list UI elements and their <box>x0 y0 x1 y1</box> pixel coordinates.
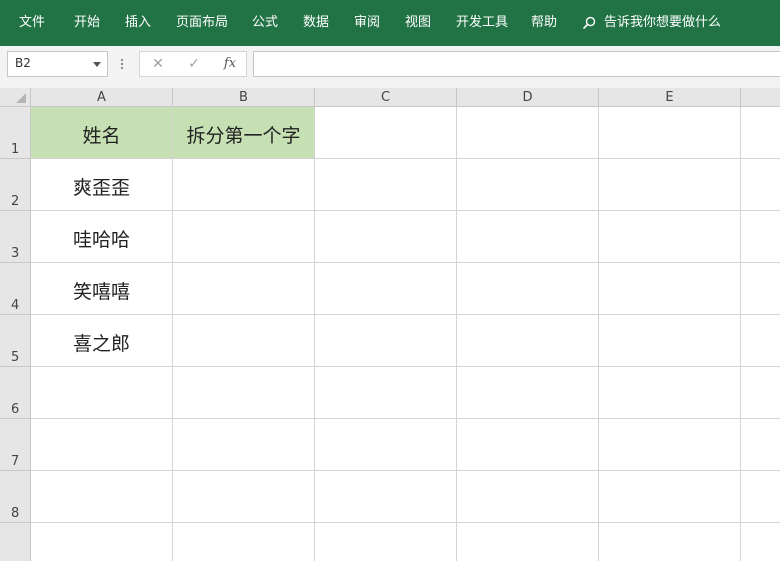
cell-a2[interactable]: 爽歪歪 <box>31 173 172 200</box>
column-header-d[interactable]: D <box>457 88 599 107</box>
search-text: 告诉我你想要做什么 <box>604 15 722 30</box>
ribbon: 文件 开始 插入 页面布局 公式 数据 审阅 视图 开发工具 帮助 告诉我你想要… <box>0 0 780 46</box>
row-header-7[interactable]: 7 <box>0 419 31 471</box>
select-all-button[interactable] <box>0 88 31 107</box>
chevron-down-icon[interactable] <box>93 62 101 67</box>
name-box[interactable]: B2 <box>7 51 108 77</box>
name-box-value: B2 <box>15 56 31 70</box>
formula-buttons: ✕ ✓ fx <box>139 51 247 77</box>
row-header-3[interactable]: 3 <box>0 211 31 263</box>
column-header-f[interactable] <box>741 88 780 107</box>
tab-view[interactable]: 视图 <box>405 15 431 31</box>
row-header-9[interactable] <box>0 523 31 561</box>
tab-file[interactable]: 文件 <box>19 15 45 31</box>
tab-formulas[interactable]: 公式 <box>252 15 278 31</box>
row-header-6[interactable]: 6 <box>0 367 31 419</box>
row-header-8[interactable]: 8 <box>0 471 31 523</box>
cell-a4[interactable]: 笑嘻嘻 <box>31 277 172 304</box>
tab-developer[interactable]: 开发工具 <box>456 15 508 31</box>
column-header-a[interactable]: A <box>31 88 173 107</box>
column-header-b[interactable]: B <box>173 88 315 107</box>
tab-page-layout[interactable]: 页面布局 <box>176 15 228 31</box>
cell-a5[interactable]: 喜之郎 <box>31 329 172 356</box>
tab-home[interactable]: 开始 <box>74 15 100 31</box>
tab-review[interactable]: 审阅 <box>354 15 380 31</box>
row-header-4[interactable]: 4 <box>0 263 31 315</box>
column-header-e[interactable]: E <box>599 88 741 107</box>
cancel-icon[interactable]: ✕ <box>148 55 168 73</box>
search-icon <box>582 16 596 30</box>
worksheet-grid: A B C D E 1 2 3 4 5 6 7 8 姓名 拆分第一个字 爽歪歪 … <box>0 88 780 561</box>
formula-input[interactable] <box>253 51 780 77</box>
tab-insert[interactable]: 插入 <box>125 15 151 31</box>
row-header-5[interactable]: 5 <box>0 315 31 367</box>
cell-a1[interactable]: 姓名 <box>31 121 172 148</box>
cell-b1[interactable]: 拆分第一个字 <box>173 121 314 148</box>
drag-handle-icon[interactable] <box>120 56 124 72</box>
select-all-icon <box>16 93 26 103</box>
insert-function-icon[interactable]: fx <box>220 55 240 73</box>
tab-help[interactable]: 帮助 <box>531 15 557 31</box>
formula-bar: B2 ✕ ✓ fx <box>0 46 780 88</box>
enter-icon[interactable]: ✓ <box>184 55 204 73</box>
row-header-2[interactable]: 2 <box>0 159 31 211</box>
cell-a3[interactable]: 哇哈哈 <box>31 225 172 252</box>
column-header-c[interactable]: C <box>315 88 457 107</box>
row-header-1[interactable]: 1 <box>0 107 31 159</box>
tab-data[interactable]: 数据 <box>303 15 329 31</box>
